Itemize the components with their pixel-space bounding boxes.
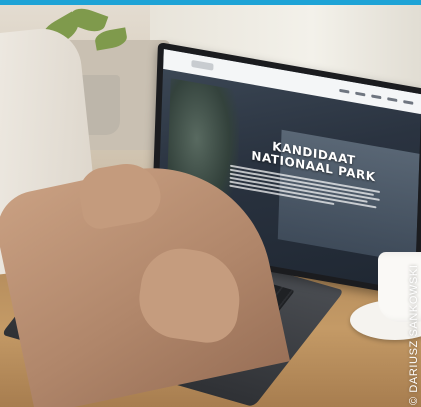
website-nav-item: [371, 93, 382, 99]
website-nav-item: [339, 88, 350, 94]
website-nav-item: [403, 99, 414, 105]
website-nav-item: [355, 91, 366, 96]
photo: KANDIDAAT NATIONAAL PARK © DARIUSZ SANKO…: [0, 0, 421, 407]
website-nav-item: [387, 96, 398, 102]
photo-credit: © DARIUSZ SANKOWSKI: [408, 264, 420, 405]
website-logo: [191, 59, 214, 71]
